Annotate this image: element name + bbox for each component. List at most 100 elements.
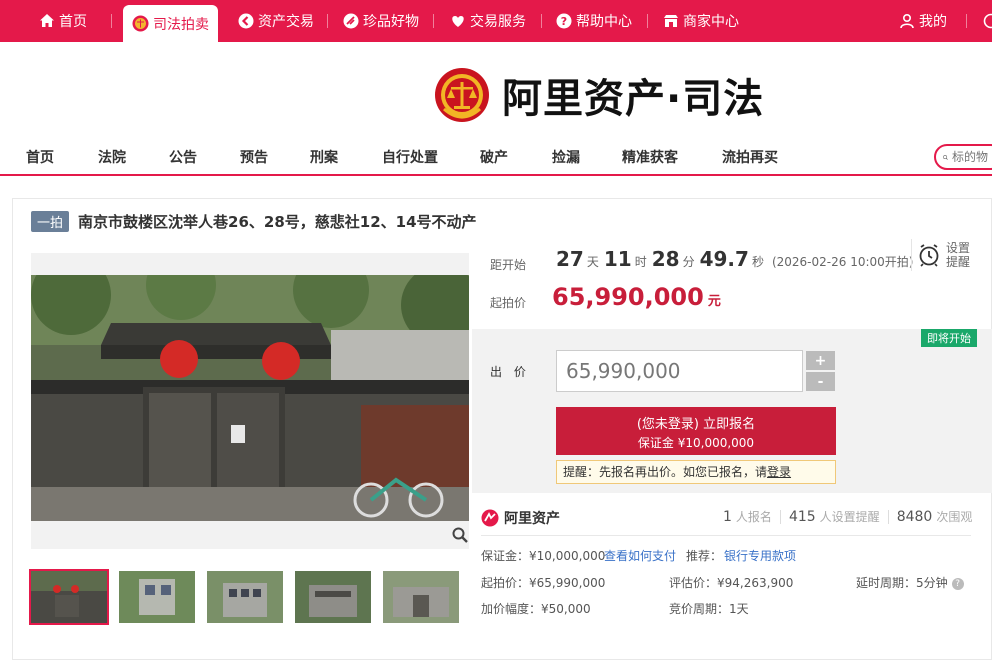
treasure-icon [342,13,359,30]
site-logo[interactable]: 阿里资产·司法 [434,64,764,126]
search-input[interactable] [952,150,992,164]
recommend-label: 推荐： [686,549,723,563]
countdown-hours: 11 [603,247,632,271]
bid-period-info: 竞价周期：1天 [669,602,749,616]
logo-text: 阿里资产·司法 [502,76,765,122]
alarm-clock-icon [919,244,939,267]
stat-label: 人报名 [735,510,772,524]
top-nav-label: 资产交易 [258,14,314,30]
court-emblem-logo-icon [435,68,489,122]
thumbnail[interactable] [295,571,371,623]
category-nav-item[interactable]: 流拍再买 [722,147,778,167]
bank-payment-link-text[interactable]: 银行专用款项 [724,549,796,563]
countdown-seconds: 49.7 [699,247,749,271]
how-to-pay-link-text[interactable]: 查看如何支付 [604,549,676,563]
status-badge: 即将开始 [921,329,977,347]
top-nav-trade-service[interactable]: 交易服务 [449,0,526,42]
court-emblem-icon [132,15,149,32]
cart-icon [982,13,992,30]
auction-round-tag: 一拍 [31,211,70,232]
top-nav-help-center[interactable]: ? 帮助中心 [555,0,632,42]
top-nav-label: 首页 [59,14,87,30]
category-nav-item[interactable]: 刑案 [310,147,338,167]
start-price-unit: 元 [707,294,721,309]
category-nav-item[interactable]: 自行处置 [382,147,438,167]
reminder-count: 415 [788,508,816,525]
thumbnail[interactable] [383,571,459,623]
help-icon[interactable]: ? [951,577,964,590]
heart-icon [449,13,466,30]
top-nav-divider [966,14,967,28]
category-nav: 首页 法院 公告 预告 刑案 自行处置 破产 捡漏 精准获客 流拍再买 [0,138,992,176]
start-price-info: 起拍价：¥65,990,000 [481,576,606,590]
increment-info: 加价幅度：¥50,000 [481,602,591,616]
view-count: 8480 [896,508,933,525]
signup-button[interactable]: (您未登录) 立即报名 保证金 ¥10,000,000 [556,407,836,455]
top-nav-label: 司法拍卖 [153,16,209,33]
top-nav-my-account[interactable]: 我的 [898,0,947,42]
item-title: 南京市鼓楼区沈举人巷26、28号，慈悲社12、14号不动产 [78,213,477,231]
bank-payment-link[interactable]: 银行专用款项 [724,547,796,564]
main-photo[interactable] [31,275,469,521]
stat-divider [887,509,889,524]
signup-hint-text: 提醒：先报名再出价。如您已报名，请 [563,465,768,479]
top-nav-judicial-auction[interactable]: 司法拍卖 [123,5,218,42]
top-nav-label: 交易服务 [470,14,526,30]
zoom-icon[interactable] [452,527,468,547]
stat-divider [779,509,781,524]
search-box[interactable] [934,144,992,170]
bid-amount-input[interactable] [556,350,803,392]
user-icon [898,13,915,30]
top-nav-merchant-center[interactable]: 商家中心 [662,0,739,42]
top-nav-label: 我的 [919,14,947,30]
signup-hint: 提醒：先报名再出价。如您已报名，请登录 [556,460,836,484]
set-reminder-label: 设置提醒 [946,241,971,269]
countdown-unit: 秒 [751,255,764,269]
thumbnail[interactable] [207,571,283,623]
home-icon [38,13,55,30]
top-nav-divider [327,14,328,28]
top-nav-cart-partial[interactable] [982,0,992,42]
top-nav-divider [433,14,434,28]
stat-label: 次围观 [936,510,973,524]
auction-stats: 1 人报名 415 人设置提醒 8480 次围观 [723,508,980,525]
signup-deposit-label: 保证金 ¥10,000,000 [637,436,755,450]
start-price-label: 起拍价 [490,296,527,310]
top-nav-label: 帮助中心 [576,14,632,30]
deposit-info: 保证金：¥10,000,000 [481,549,606,563]
signup-button-label: (您未登录) 立即报名 [636,417,756,432]
how-to-pay-link[interactable]: 查看如何支付 [604,547,676,564]
top-nav-asset-trade[interactable]: 资产交易 [237,0,314,42]
category-nav-item[interactable]: 精准获客 [622,147,678,167]
category-nav-item[interactable]: 法院 [98,147,126,167]
top-nav-divider [647,14,648,28]
countdown: 27 天 11 时 28 分 49.7 秒 (2026-02-26 10:00开… [556,247,913,271]
thumbnail[interactable] [29,569,109,625]
countdown-days: 27 [556,247,584,271]
platform-name: 阿里资产 [504,511,560,527]
stat-label: 人设置提醒 [819,510,880,524]
top-nav-label: 商家中心 [683,14,739,30]
svg-text:?: ? [560,15,566,28]
top-nav-home[interactable]: 首页 [38,0,87,42]
delay-period-text: 延时周期：5分钟 [856,576,948,590]
countdown-minutes: 28 [651,247,680,271]
category-nav-item[interactable]: 预告 [240,147,268,167]
category-nav-item[interactable]: 公告 [169,147,197,167]
login-link[interactable]: 登录 [767,465,791,479]
auction-start-time: (2026-02-26 10:00开拍) [771,255,914,269]
category-nav-item[interactable]: 首页 [26,147,54,167]
top-nav-treasures[interactable]: 珍品好物 [342,0,419,42]
countdown-unit: 时 [634,255,647,269]
top-nav-divider [541,14,542,28]
countdown-unit: 天 [586,255,599,269]
increase-bid-button[interactable]: + [806,351,835,370]
set-reminder-button[interactable]: 设置提醒 [911,239,972,271]
delay-period-info: 延时周期：5分钟? [856,574,964,591]
category-nav-item[interactable]: 破产 [480,147,508,167]
category-nav-item[interactable]: 捡漏 [552,147,580,167]
thumbnail[interactable] [119,571,195,623]
countdown-unit: 分 [682,255,695,269]
decrease-bid-button[interactable]: - [806,372,835,391]
search-icon [943,154,948,160]
